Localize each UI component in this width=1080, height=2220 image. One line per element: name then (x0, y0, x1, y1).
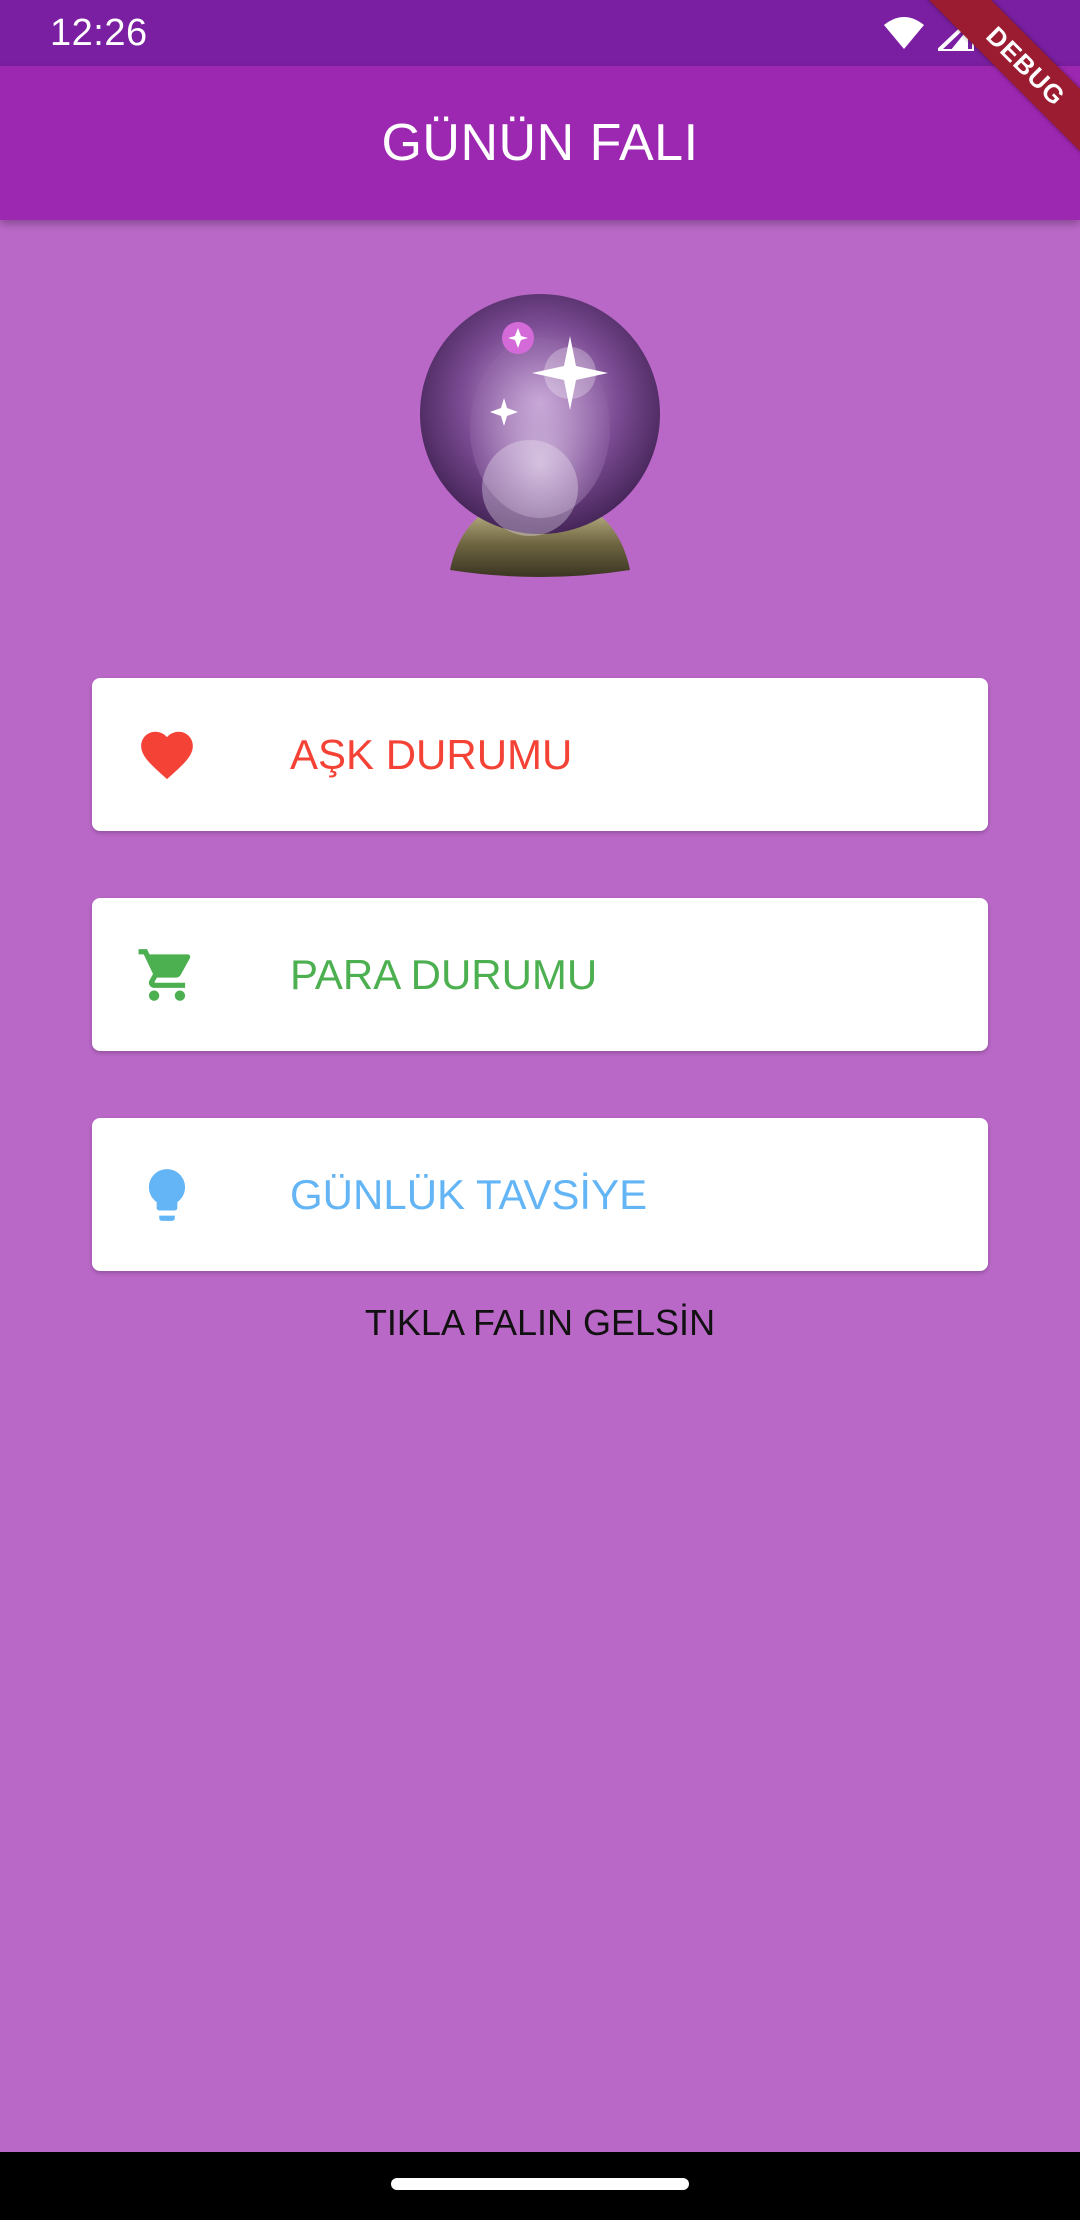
money-status-label: PARA DURUMU (290, 951, 598, 998)
daily-advice-label: GÜNLÜK TAVSİYE (290, 1171, 648, 1218)
page-title: GÜNÜN FALI (381, 114, 699, 172)
money-status-button[interactable]: PARA DURUMU (92, 898, 988, 1051)
daily-advice-button[interactable]: GÜNLÜK TAVSİYE (92, 1118, 988, 1271)
shopping-cart-icon (138, 949, 191, 1001)
hint-text: TIKLA FALIN GELSİN (364, 1302, 716, 1343)
love-status-label: AŞK DURUMU (290, 731, 573, 778)
debug-banner: DEBUG (910, 0, 1080, 170)
love-status-button[interactable]: AŞK DURUMU (92, 678, 988, 831)
home-gesture-handle[interactable] (391, 2178, 689, 2190)
navigation-bar (0, 2152, 1080, 2220)
lightbulb-icon (148, 1169, 186, 1221)
status-time: 12:26 (50, 12, 148, 54)
debug-ribbon: DEBUG (925, 0, 1080, 167)
heart-icon (141, 731, 193, 780)
crystal-ball-icon (420, 294, 660, 577)
